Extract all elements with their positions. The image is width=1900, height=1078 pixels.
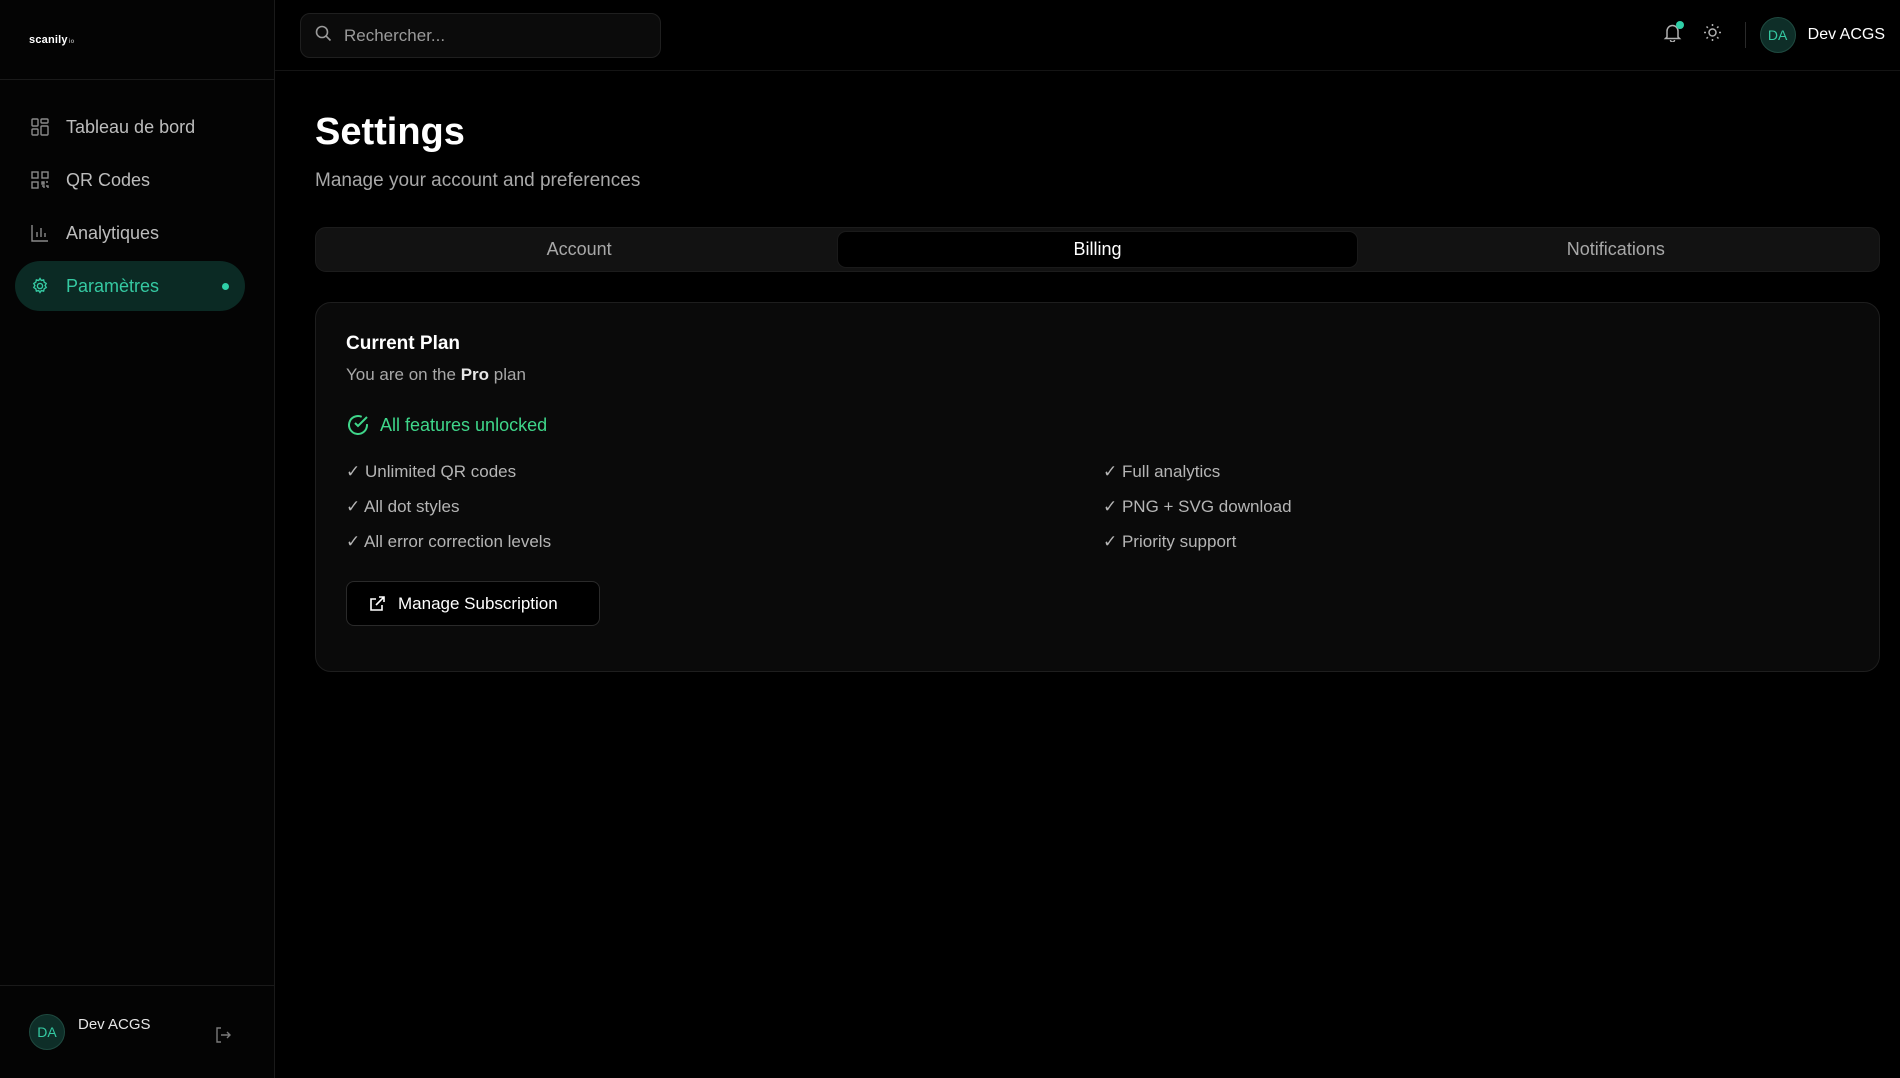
page-title: Settings [315, 111, 465, 153]
search-input[interactable] [344, 25, 644, 46]
sidebar-item-analytics[interactable]: Analytiques [15, 208, 259, 258]
app-root: scanilyio Tableau de bord QR Codes Analy… [0, 0, 1900, 1078]
dashboard-icon [29, 116, 51, 138]
plan-status: All features unlocked [346, 413, 1849, 437]
list-item: ✓ All dot styles [346, 497, 460, 516]
plan-description-suffix: plan [489, 365, 526, 384]
current-plan-card: Current Plan You are on the Pro plan All… [315, 302, 1880, 672]
plan-status-label: All features unlocked [380, 414, 548, 435]
notifications-button[interactable] [1653, 15, 1693, 55]
theme-toggle-button[interactable] [1693, 15, 1733, 55]
tab-account[interactable]: Account [320, 232, 838, 267]
card-title: Current Plan [346, 333, 461, 354]
plan-description-prefix: You are on the [346, 365, 461, 384]
manage-subscription-button[interactable]: Manage Subscription [346, 581, 600, 626]
main-area: DA Dev ACGS Settings Manage your account… [275, 0, 1900, 1078]
footer-user-name: Dev ACGS [78, 1016, 151, 1033]
search-icon [315, 25, 332, 47]
tab-notifications[interactable]: Notifications [1357, 232, 1875, 267]
sidebar-item-label: Analytiques [66, 222, 160, 243]
external-link-icon [367, 594, 387, 614]
manage-subscription-label: Manage Subscription [398, 593, 558, 613]
sidebar-item-label: Paramètres [66, 275, 160, 296]
active-indicator-dot [222, 282, 229, 290]
list-item: ✓ PNG + SVG download [1103, 497, 1292, 516]
plan-description: You are on the Pro plan [346, 365, 1849, 385]
brand: scanilyio [0, 0, 274, 80]
list-item: ✓ Unlimited QR codes [346, 462, 517, 481]
logout-icon[interactable] [214, 1026, 232, 1044]
sidebar-nav: Tableau de bord QR Codes Analytiques Par… [0, 80, 274, 311]
list-item: ✓ Full analytics [1103, 462, 1221, 481]
sidebar: scanilyio Tableau de bord QR Codes Analy… [0, 0, 275, 1078]
sidebar-item-qr-codes[interactable]: QR Codes [15, 155, 259, 205]
feature-list: ✓ Unlimited QR codes ✓ Full analytics ✓ … [346, 459, 1849, 555]
bar-chart-icon [29, 222, 51, 244]
avatar[interactable]: DA [29, 1014, 65, 1050]
check-circle-icon [346, 413, 370, 437]
brand-name: scanily [29, 33, 68, 46]
tab-billing[interactable]: Billing [838, 232, 1357, 267]
qr-code-icon [29, 169, 51, 191]
topbar-actions: DA Dev ACGS [1653, 15, 1885, 55]
topbar-divider [1744, 22, 1746, 48]
sidebar-item-label: QR Codes [66, 169, 151, 190]
page-subtitle: Manage your account and preferences [315, 170, 641, 191]
list-item: ✓ All error correction levels [346, 532, 552, 551]
search-box[interactable] [300, 13, 661, 58]
sidebar-item-dashboard[interactable]: Tableau de bord [15, 102, 259, 152]
topbar: DA Dev ACGS [275, 0, 1900, 71]
brand-logo[interactable]: scanilyio [29, 34, 74, 46]
brand-suffix: io [68, 38, 75, 45]
sidebar-item-settings[interactable]: Paramètres [15, 261, 245, 311]
gear-icon [29, 275, 51, 297]
sun-icon [1703, 23, 1722, 47]
avatar[interactable]: DA [1759, 17, 1796, 53]
settings-content: Settings Manage your account and prefere… [275, 71, 1900, 672]
list-item: ✓ Priority support [1103, 532, 1237, 551]
notification-badge [1675, 21, 1684, 29]
topbar-user-name[interactable]: Dev ACGS [1808, 26, 1885, 44]
settings-tabs: Account Billing Notifications [315, 227, 1880, 272]
sidebar-item-label: Tableau de bord [66, 116, 196, 137]
sidebar-footer: DA Dev ACGS [0, 985, 275, 1078]
plan-name: Pro [460, 365, 490, 384]
